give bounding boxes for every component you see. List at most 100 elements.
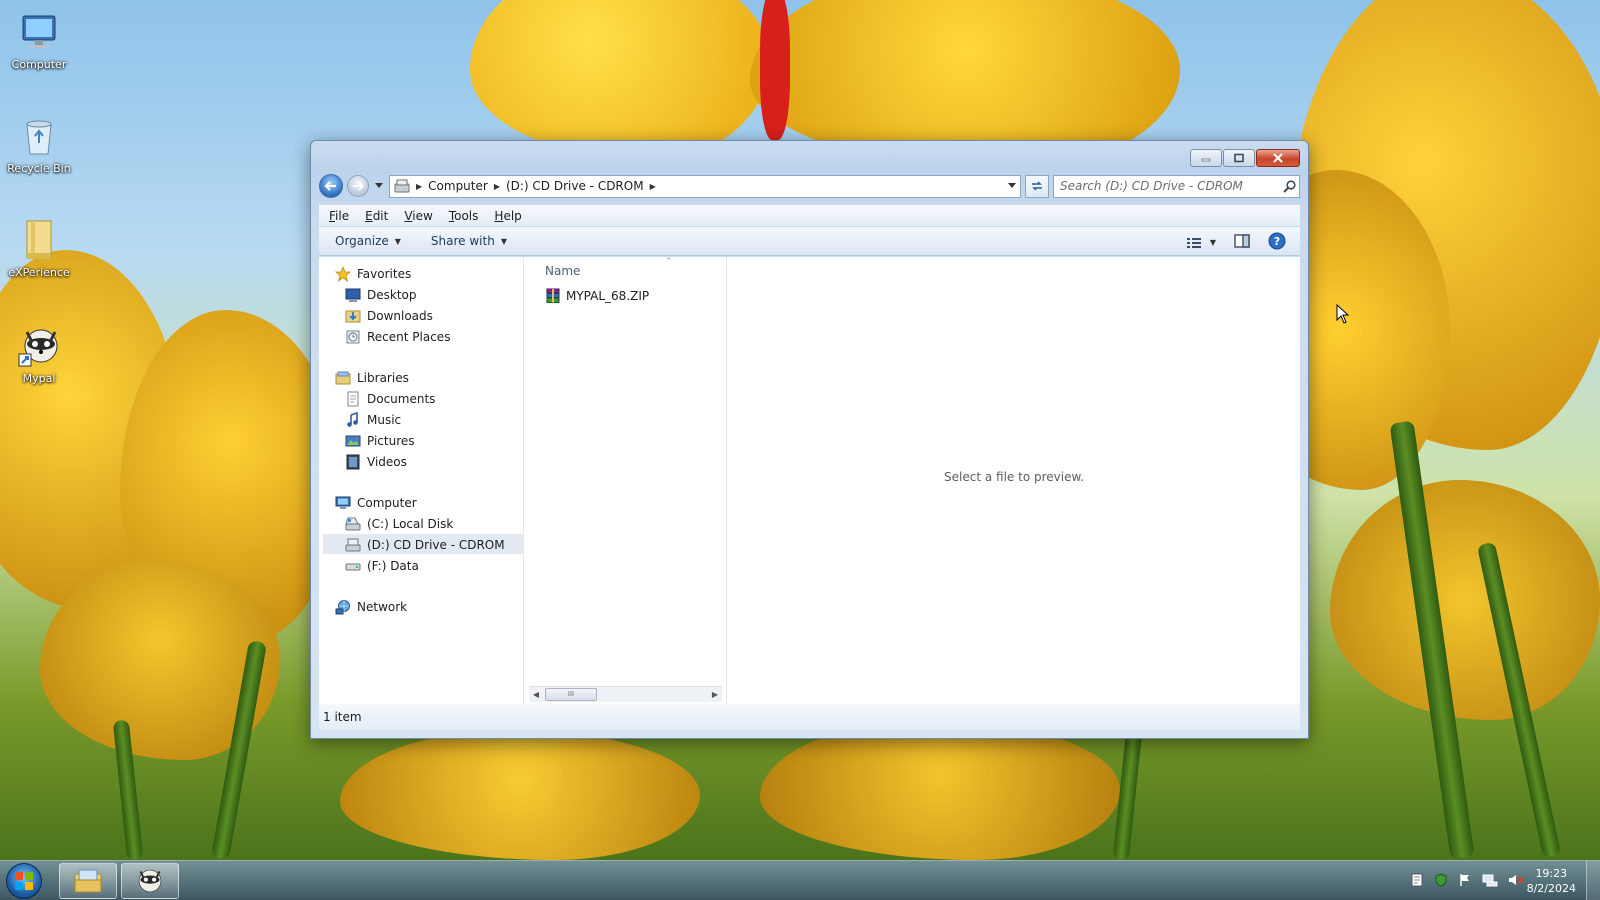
breadcrumb-separator-icon: ▶ xyxy=(493,181,500,191)
network-status-icon[interactable] xyxy=(1482,873,1498,890)
chevron-down-icon: ▼ xyxy=(500,236,507,246)
nav-group-libraries[interactable]: Libraries xyxy=(335,370,409,386)
nav-item-label: Music xyxy=(367,413,402,427)
hard-drive-icon xyxy=(345,516,361,532)
desktop-icon-recycle-bin[interactable]: Recycle Bin xyxy=(4,114,74,175)
command-bar-right: ▼ ? xyxy=(1186,232,1286,253)
taskbar: 19:23 8/2/2024 xyxy=(0,860,1600,900)
windows-explorer-icon xyxy=(74,869,102,893)
nav-item-label: (C:) Local Disk xyxy=(367,517,454,531)
nav-group-label: Libraries xyxy=(357,371,409,385)
computer-icon xyxy=(17,10,61,54)
change-view-button[interactable]: ▼ xyxy=(1186,236,1216,250)
cd-drive-icon xyxy=(345,537,361,553)
mypal-icon xyxy=(138,869,162,893)
system-tray xyxy=(1410,873,1524,890)
desktop-icon-computer[interactable]: Computer xyxy=(4,10,74,71)
clock-date: 8/2/2024 xyxy=(1526,882,1576,895)
mypal-icon xyxy=(17,324,61,368)
taskbar-mypal-button[interactable] xyxy=(121,863,179,899)
share-with-button[interactable]: Share with ▼ xyxy=(431,234,507,248)
tray-security-icon[interactable] xyxy=(1434,873,1448,890)
recent-pages-dropdown[interactable] xyxy=(373,183,385,189)
volume-muted-icon[interactable] xyxy=(1508,873,1524,890)
desktop-icon-label: eXPerience xyxy=(8,266,70,279)
navigation-pane: Favorites Desktop Downloads Recent Place… xyxy=(319,257,524,704)
column-header-name[interactable]: Name xyxy=(545,264,580,278)
address-history-dropdown[interactable] xyxy=(1004,183,1020,189)
menu-tools[interactable]: Tools xyxy=(449,209,479,223)
show-desktop-button[interactable] xyxy=(1586,861,1600,900)
organize-button[interactable]: Organize ▼ xyxy=(335,234,401,248)
nav-group-network[interactable]: Network xyxy=(335,599,407,615)
folder-icon xyxy=(17,218,61,262)
mouse-cursor-icon xyxy=(1336,303,1350,327)
chevron-down-icon xyxy=(375,183,383,188)
file-item[interactable]: MYPAL_68.ZIP xyxy=(545,288,649,304)
desktop-icon-experience[interactable]: eXPerience xyxy=(4,218,74,279)
taskbar-explorer-button[interactable] xyxy=(59,863,117,899)
nav-item-videos[interactable]: Videos xyxy=(345,454,407,470)
nav-item-documents[interactable]: Documents xyxy=(345,391,435,407)
scrollbar-thumb[interactable]: III xyxy=(545,688,597,701)
start-button[interactable] xyxy=(6,863,42,899)
address-bar[interactable]: ▶ Computer ▶ (D:) CD Drive - CDROM ▶ xyxy=(389,174,1021,198)
desktop-icon-mypal[interactable]: Mypal xyxy=(4,324,74,385)
breadcrumb-cd-drive[interactable]: (D:) CD Drive - CDROM xyxy=(506,179,644,193)
back-arrow-icon xyxy=(324,181,336,191)
scroll-right-icon[interactable]: ▶ xyxy=(708,690,722,699)
pictures-icon xyxy=(345,433,361,449)
explorer-body: Favorites Desktop Downloads Recent Place… xyxy=(319,257,1300,704)
action-center-flag-icon[interactable] xyxy=(1458,873,1472,890)
drive-icon xyxy=(345,558,361,574)
nav-item-downloads[interactable]: Downloads xyxy=(345,308,433,324)
help-button[interactable]: ? xyxy=(1268,232,1286,253)
nav-item-data-f[interactable]: (F:) Data xyxy=(345,558,419,574)
menu-file[interactable]: File xyxy=(329,209,349,223)
sort-ascending-icon: ⌃ xyxy=(665,257,673,267)
nav-item-local-disk-c[interactable]: (C:) Local Disk xyxy=(345,516,453,532)
svg-text:?: ? xyxy=(1274,235,1280,248)
search-input[interactable] xyxy=(1060,179,1279,193)
nav-item-label: Videos xyxy=(367,455,407,469)
breadcrumb-computer[interactable]: Computer xyxy=(428,179,488,193)
scroll-left-icon[interactable]: ◀ xyxy=(529,690,543,699)
taskbar-clock[interactable]: 19:23 8/2/2024 xyxy=(1527,866,1576,896)
nav-item-pictures[interactable]: Pictures xyxy=(345,433,415,449)
music-icon xyxy=(345,411,361,428)
address-row: ▶ Computer ▶ (D:) CD Drive - CDROM ▶ xyxy=(319,173,1300,199)
nav-item-label: Desktop xyxy=(367,288,417,302)
minimize-button[interactable] xyxy=(1190,149,1222,167)
refresh-button[interactable] xyxy=(1025,174,1049,198)
nav-item-music[interactable]: Music xyxy=(345,411,402,428)
clock-time: 19:23 xyxy=(1535,867,1568,880)
nav-item-label: Downloads xyxy=(367,309,433,323)
chevron-down-icon: ▼ xyxy=(1209,238,1216,247)
file-name: MYPAL_68.ZIP xyxy=(566,289,650,303)
forward-button[interactable] xyxy=(347,175,369,197)
nav-item-label: Documents xyxy=(367,392,436,406)
tray-document-icon[interactable] xyxy=(1410,873,1424,890)
chevron-down-icon xyxy=(1008,183,1016,188)
nav-item-cd-drive-d[interactable]: (D:) CD Drive - CDROM xyxy=(345,537,505,553)
refresh-icon xyxy=(1032,181,1042,191)
horizontal-scrollbar[interactable]: ◀ III ▶ xyxy=(529,686,722,702)
caption-buttons xyxy=(1190,149,1300,167)
desktop-icon xyxy=(345,287,361,303)
preview-pane-button[interactable] xyxy=(1234,234,1250,251)
nav-group-favorites[interactable]: Favorites xyxy=(334,265,411,283)
close-button[interactable] xyxy=(1256,149,1300,167)
nav-item-desktop[interactable]: Desktop xyxy=(345,287,417,303)
menu-view[interactable]: View xyxy=(404,209,432,223)
organize-label: Organize xyxy=(335,234,389,248)
menu-help[interactable]: Help xyxy=(494,209,521,223)
breadcrumb-separator-icon: ▶ xyxy=(649,181,656,191)
maximize-button[interactable] xyxy=(1223,149,1255,167)
search-box[interactable] xyxy=(1053,174,1300,198)
nav-group-computer[interactable]: Computer xyxy=(335,495,417,511)
desktop-icon-label: Mypal xyxy=(22,372,56,385)
back-button[interactable] xyxy=(319,174,343,198)
search-icon[interactable] xyxy=(1279,179,1299,193)
nav-item-recent-places[interactable]: Recent Places xyxy=(345,329,450,345)
menu-edit[interactable]: Edit xyxy=(365,209,388,223)
